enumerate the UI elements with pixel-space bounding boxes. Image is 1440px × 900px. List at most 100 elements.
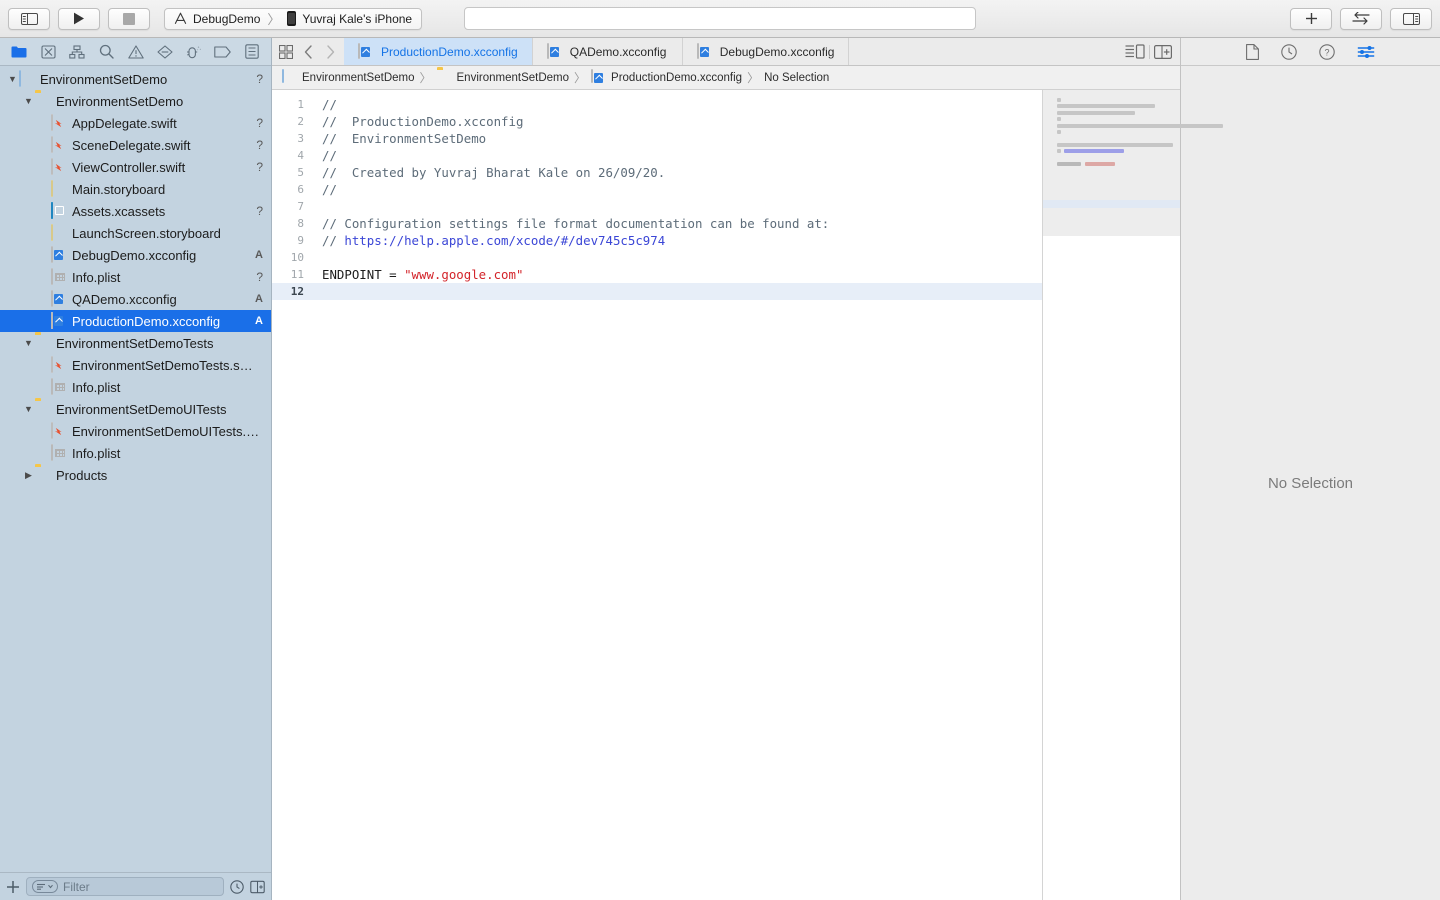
file-tree-row[interactable]: Info.plist? (0, 266, 271, 288)
code-line[interactable]: 9 // https://help.apple.com/xcode/#/dev74… (272, 232, 1042, 249)
breadcrumb-item[interactable]: ProductionDemo.xcconfig (591, 68, 742, 86)
code-token: "www.google.com" (404, 267, 524, 282)
file-tree-row[interactable]: LaunchScreen.storyboard (0, 222, 271, 244)
file-name: Products (56, 467, 108, 483)
file-tree-row[interactable]: AppDelegate.swift? (0, 112, 271, 134)
file-tree-row[interactable]: ▶ Products (0, 464, 271, 486)
file-tree-row[interactable]: Assets.xcassets? (0, 200, 271, 222)
file-tree-row[interactable]: Info.plist (0, 442, 271, 464)
sidebar-item-report-navigator[interactable] (239, 41, 265, 63)
sidebar-item-find-navigator[interactable] (93, 41, 119, 63)
disclosure-triangle[interactable]: ▼ (22, 404, 35, 414)
editor-nav-controls (272, 38, 344, 65)
code-token: // (322, 97, 337, 112)
tab-quick-help-inspector[interactable]: ? (1319, 43, 1335, 60)
editor-tab[interactable]: DebugDemo.xcconfig (683, 38, 850, 65)
editor-tab-label: DebugDemo.xcconfig (719, 44, 835, 59)
code-scroll-view[interactable]: 1 // 2 // ProductionDemo.xcconfig 3 // Enviro… (272, 90, 1042, 900)
swift-file-icon (51, 136, 53, 153)
file-tree-row[interactable]: DebugDemo.xcconfig A (0, 244, 271, 266)
sidebar-item-debug-navigator[interactable] (181, 41, 207, 63)
code-line[interactable]: 7 (272, 198, 1042, 215)
run-button[interactable] (58, 7, 100, 30)
inspector-toggle-button[interactable] (1390, 7, 1432, 30)
scheme-destination-selector[interactable]: DebugDemo 〉 Yuvraj Kale's iPhone (164, 7, 423, 30)
tab-history-inspector[interactable] (1281, 43, 1297, 60)
source-code[interactable]: 1 // 2 // ProductionDemo.xcconfig 3 // Enviro… (272, 90, 1042, 300)
editor-options-button[interactable] (1125, 44, 1145, 59)
add-button[interactable] (1290, 7, 1332, 30)
breadcrumb-item[interactable]: No Selection (764, 72, 829, 84)
file-tree-row[interactable]: ProductionDemo.xcconfig A (0, 310, 271, 332)
code-line[interactable]: 5 // Created by Yuvraj Bharat Kale on 26/… (272, 164, 1042, 181)
code-line[interactable]: 2 // ProductionDemo.xcconfig (272, 113, 1042, 130)
add-editor-button[interactable] (1154, 44, 1172, 59)
file-tree-row[interactable]: QADemo.xcconfig A (0, 288, 271, 310)
sidebar-toggle-button[interactable] (8, 7, 50, 30)
breadcrumb-item[interactable]: EnvironmentSetDemo (437, 70, 570, 86)
code-line[interactable]: 1 // (272, 96, 1042, 113)
recent-files-filter-icon[interactable] (230, 879, 244, 894)
code-token: // EnvironmentSetDemo (322, 131, 487, 146)
disclosure-triangle[interactable]: ▼ (6, 74, 19, 84)
xcconfig-file-icon (546, 42, 549, 59)
disclosure-triangle[interactable]: ▼ (22, 338, 35, 348)
code-minimap[interactable] (1042, 90, 1223, 900)
minimap-row (1057, 161, 1172, 168)
file-tree-row[interactable]: EnvironmentSetDemoUITests.… (0, 420, 271, 442)
sidebar-item-project-navigator[interactable] (6, 41, 32, 63)
editor-tab[interactable]: QADemo.xcconfig (533, 38, 683, 65)
stop-button[interactable] (108, 7, 150, 30)
code-line[interactable]: 4 // (272, 147, 1042, 164)
filter-placeholder: Filter (63, 879, 90, 894)
editor-tab[interactable]: ProductionDemo.xcconfig (344, 38, 533, 65)
tab-file-inspector[interactable] (1246, 43, 1259, 60)
sidebar-item-source-control-navigator[interactable] (35, 41, 61, 63)
breadcrumb-item[interactable]: EnvironmentSetDemo (282, 68, 415, 86)
file-tree-row[interactable]: EnvironmentSetDemoTests.s… (0, 354, 271, 376)
code-line[interactable]: 3 // EnvironmentSetDemo (272, 130, 1042, 147)
code-line[interactable]: 8 // Configuration settings file format d… (272, 215, 1042, 232)
file-tree-row[interactable]: SceneDelegate.swift? (0, 134, 271, 156)
disclosure-triangle[interactable]: ▼ (22, 96, 35, 106)
code-line[interactable]: 11 ENDPOINT = "www.google.com" (272, 266, 1042, 283)
sidebar-item-issue-navigator[interactable] (123, 41, 149, 63)
swap-arrows-button[interactable] (1340, 7, 1382, 30)
toolbar-divider (1149, 44, 1150, 59)
add-file-button[interactable] (6, 880, 20, 894)
sidebar-item-breakpoint-navigator[interactable] (210, 41, 236, 63)
file-tree-row[interactable]: Info.plist (0, 376, 271, 398)
tab-attributes-inspector[interactable] (1357, 45, 1375, 59)
filter-input[interactable]: Filter (26, 877, 224, 896)
activity-search-field[interactable] (464, 7, 976, 30)
file-tree-row[interactable]: Main.storyboard (0, 178, 271, 200)
iphone-device-icon (287, 11, 297, 26)
file-name: AppDelegate.swift (72, 115, 177, 131)
file-tree-row[interactable]: ▼ EnvironmentSetDemoUITests (0, 398, 271, 420)
file-tree-row[interactable]: ▼ EnvironmentSetDemo? (0, 68, 271, 90)
sidebar-item-symbol-navigator[interactable] (64, 41, 90, 63)
code-line[interactable]: 6 // (272, 181, 1042, 198)
source-control-filter-icon[interactable] (250, 880, 265, 894)
assets-catalog-icon (51, 202, 53, 219)
swift-file-icon (51, 422, 53, 439)
line-content: ENDPOINT = "www.google.com" (312, 266, 523, 283)
filter-scope-icon[interactable] (32, 880, 58, 893)
file-tree-row[interactable]: ViewController.swift? (0, 156, 271, 178)
code-line[interactable]: 12 (272, 283, 1042, 300)
file-tree-row[interactable]: ▼ EnvironmentSetDemoTests (0, 332, 271, 354)
file-name: ProductionDemo.xcconfig (72, 313, 221, 329)
go-back-button[interactable] (298, 39, 318, 65)
code-line[interactable]: 10 (272, 249, 1042, 266)
sidebar-item-test-navigator[interactable] (152, 41, 178, 63)
go-forward-button[interactable] (320, 39, 340, 65)
source-control-status-badge: ? (256, 116, 263, 130)
disclosure-triangle[interactable]: ▶ (22, 470, 35, 481)
code-editor[interactable]: 1 // 2 // ProductionDemo.xcconfig 3 // Enviro… (272, 90, 1223, 900)
line-number: 3 (297, 132, 304, 145)
show-related-items-button[interactable] (276, 39, 296, 65)
file-name: EnvironmentSetDemoUITests.… (72, 423, 260, 439)
file-tree-row[interactable]: ▼ EnvironmentSetDemo (0, 90, 271, 112)
file-name: EnvironmentSetDemoTests.s… (72, 357, 253, 373)
minimap-row (1057, 129, 1061, 134)
